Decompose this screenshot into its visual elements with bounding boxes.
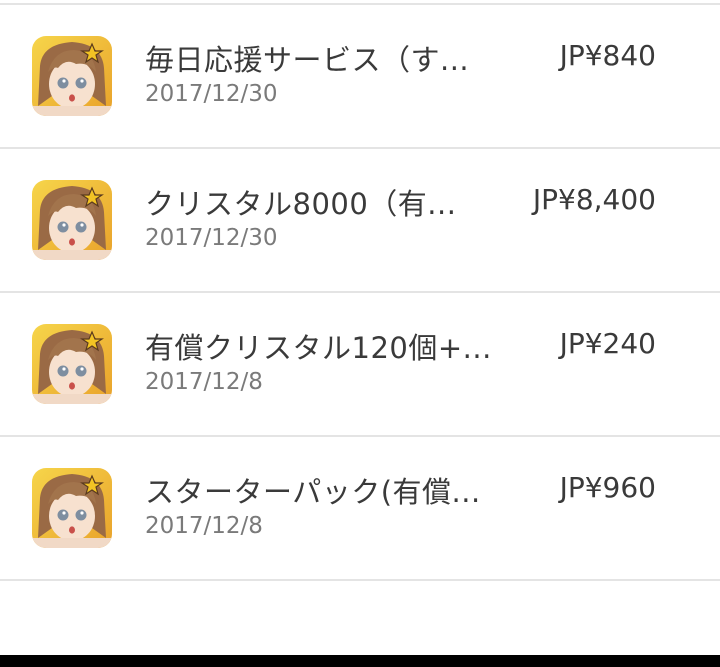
purchase-price: JP¥840	[559, 39, 656, 72]
app-icon	[32, 468, 112, 548]
app-icon	[32, 180, 112, 260]
app-icon	[32, 324, 112, 404]
purchase-title: クリスタル8000（有...	[145, 187, 457, 221]
purchase-history-list: 毎日応援サービス（す... 2017/12/30 JP¥840 クリスタル800…	[0, 5, 720, 581]
anime-girl-icon	[32, 468, 112, 548]
purchase-date: 2017/12/8	[145, 369, 263, 395]
app-icon	[32, 36, 112, 116]
anime-girl-icon	[32, 36, 112, 116]
navigation-bar	[0, 655, 720, 667]
purchase-title: 有償クリスタル120個+...	[145, 331, 492, 365]
purchase-title: 毎日応援サービス（す...	[145, 43, 470, 77]
purchase-price: JP¥240	[559, 327, 656, 360]
purchase-price: JP¥8,400	[532, 183, 656, 216]
purchase-price: JP¥960	[559, 471, 656, 504]
purchase-item[interactable]: 毎日応援サービス（す... 2017/12/30 JP¥840	[0, 5, 720, 149]
purchase-date: 2017/12/30	[145, 225, 278, 251]
purchase-item[interactable]: 有償クリスタル120個+... 2017/12/8 JP¥240	[0, 293, 720, 437]
anime-girl-icon	[32, 180, 112, 260]
purchase-title: スターターパック(有償...	[145, 475, 481, 509]
purchase-item[interactable]: スターターパック(有償... 2017/12/8 JP¥960	[0, 437, 720, 581]
purchase-item[interactable]: クリスタル8000（有... 2017/12/30 JP¥8,400	[0, 149, 720, 293]
anime-girl-icon	[32, 324, 112, 404]
purchase-date: 2017/12/8	[145, 513, 263, 539]
purchase-date: 2017/12/30	[145, 81, 278, 107]
